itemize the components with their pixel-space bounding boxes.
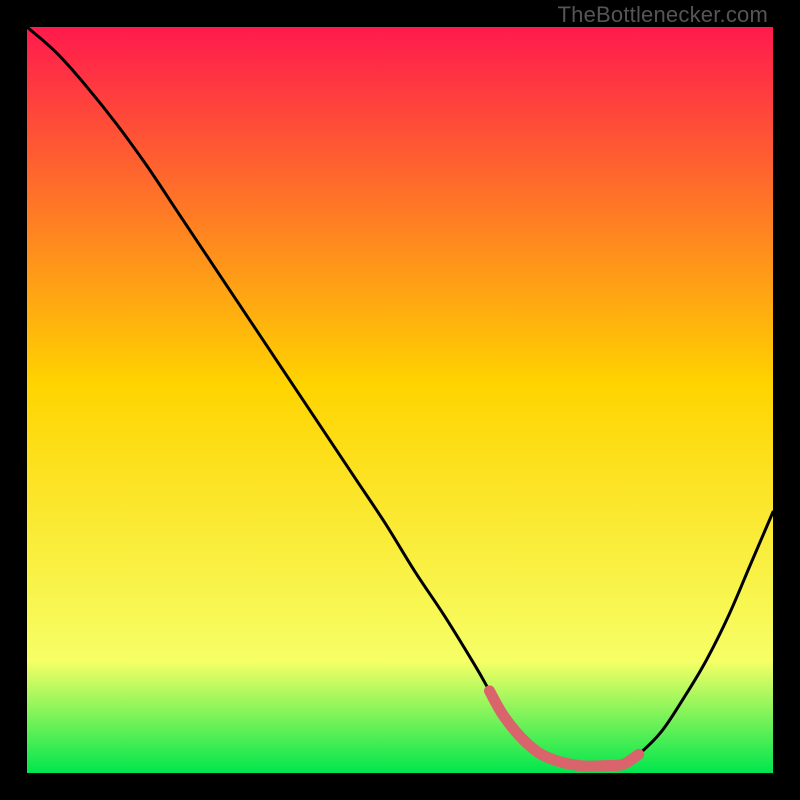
chart-svg — [27, 27, 773, 773]
watermark-text: TheBottlenecker.com — [558, 2, 768, 28]
gradient-background — [27, 27, 773, 773]
chart-frame — [27, 27, 773, 773]
